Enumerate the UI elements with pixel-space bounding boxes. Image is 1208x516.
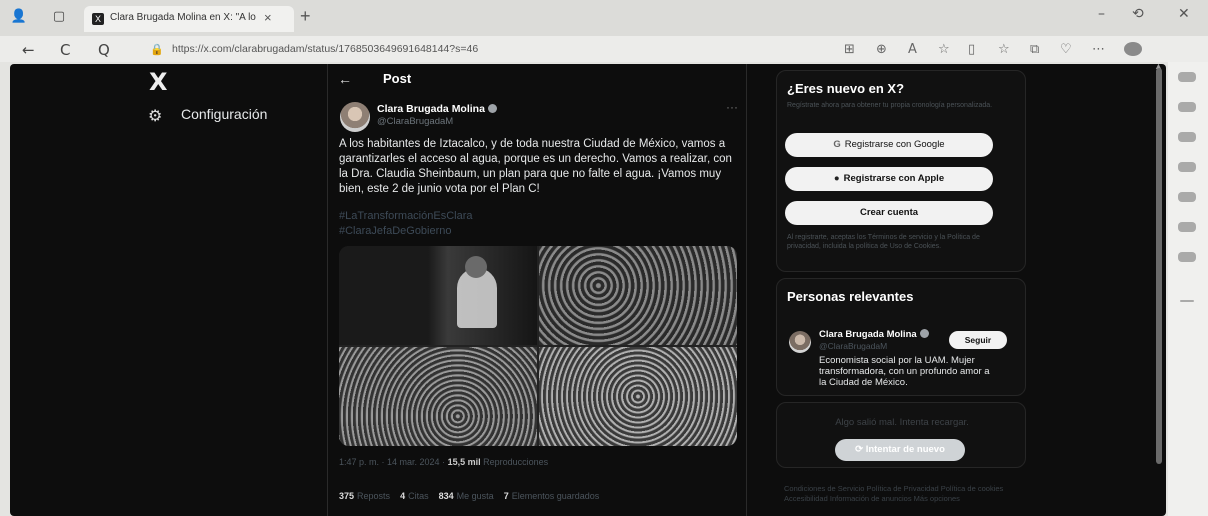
settings-link[interactable]: Configuración [181, 106, 267, 122]
photo-crowd-3[interactable] [539, 347, 737, 446]
games-icon[interactable] [1178, 162, 1196, 172]
back-button[interactable]: ← [22, 41, 35, 59]
signup-legal: Al registrarte, aceptas los Términos de … [787, 234, 980, 250]
settings-gear-icon[interactable]: ⚙ [148, 106, 162, 125]
timestamp-text[interactable]: 1:47 p. m. · 14 mar. 2024 · [339, 457, 448, 467]
reposts-stat[interactable]: 375 Reposts [339, 491, 390, 501]
signup-card: ¿Eres nuevo en X? Regístrate ahora para … [776, 70, 1026, 272]
shopping-icon[interactable] [1178, 102, 1196, 112]
search-icon[interactable]: Q [98, 41, 110, 59]
relevant-bio: Economista social por la UAM. Mujer tran… [819, 355, 990, 388]
microsoft-365-icon[interactable] [1178, 192, 1196, 202]
drop-icon[interactable] [1178, 252, 1196, 262]
follow-button[interactable]: Seguir [949, 331, 1007, 349]
google-signup-label: Registrarse con Google [844, 139, 945, 150]
post-stats: 375 Reposts 4 Citas 834 Me gusta 7 Elementos… [339, 491, 599, 501]
copilot-icon[interactable] [1124, 42, 1142, 56]
relevant-title: Personas relevantes [787, 289, 914, 304]
retry-label: Intentar de nuevo [865, 444, 945, 455]
split-screen-icon[interactable]: ▯ [968, 42, 975, 57]
lock-icon[interactable]: 🔒 [150, 43, 164, 56]
apple-icon: ● [833, 173, 840, 184]
x-favicon-icon: X [92, 13, 104, 25]
likes-stat[interactable]: 834 Me gusta [439, 491, 494, 501]
tab-actions-icon[interactable]: ▢ [50, 9, 68, 24]
browser-window: 👤 ▢ X Clara Brugada Molina en X: "A lo ×… [0, 0, 1208, 516]
restore-button[interactable]: ⟲ [1132, 6, 1144, 22]
tools-icon[interactable] [1178, 132, 1196, 142]
profile-icon[interactable]: 👤 [10, 9, 28, 24]
post-column: ← Post Clara Brugada Molina @ClaraBrugad… [327, 64, 747, 516]
photo-crowd-2[interactable] [339, 347, 537, 446]
signup-title: ¿Eres nuevo en X? [787, 81, 905, 96]
x-logo[interactable]: X [149, 68, 168, 96]
back-arrow-icon[interactable]: ← [338, 71, 352, 87]
retry-button[interactable]: ⟳ Intentar de nuevo [835, 439, 965, 461]
x-page: X ⚙ Configuración ← Post Clara Brugada M… [10, 64, 1166, 516]
relevant-name[interactable]: Clara Brugada Molina [819, 329, 929, 340]
speaker-head [465, 256, 487, 278]
trends-error-card: Algo salió mal. Intenta recargar. ⟳ Inte… [776, 402, 1026, 468]
new-tab-button[interactable]: + [300, 6, 311, 27]
refresh-icon: ⟳ [855, 444, 866, 455]
search-sidebar-icon[interactable] [1178, 72, 1196, 82]
post-media-grid[interactable] [339, 246, 737, 446]
google-signup-button[interactable]: G Registrarse con Google [785, 133, 993, 157]
tab-bar: 👤 ▢ X Clara Brugada Molina en X: "A lo ×… [0, 0, 1208, 36]
author-handle[interactable]: @ClaraBrugadaM [377, 116, 453, 127]
verified-badge-icon [919, 329, 929, 338]
extensions-icon[interactable]: ♡ [1060, 42, 1072, 57]
relevant-people-card: Personas relevantes Clara Brugada Molina… [776, 278, 1026, 396]
read-aloud-icon[interactable]: A [908, 42, 917, 57]
more-menu-icon[interactable]: ⋯ [1092, 42, 1105, 57]
apps-icon[interactable]: ⊞ [844, 42, 855, 57]
views-count: 15,5 mil [447, 457, 481, 467]
url-field[interactable]: https://x.com/clarabrugadam/status/17685… [172, 43, 478, 55]
author-name-text[interactable]: Clara Brugada Molina [377, 103, 485, 115]
author-name[interactable]: Clara Brugada Molina [377, 103, 497, 115]
quotes-stat[interactable]: 4 Citas [400, 491, 429, 501]
minimize-button[interactable]: – [1098, 6, 1105, 22]
create-account-button[interactable]: Crear cuenta [785, 201, 993, 225]
bookmarks-stat[interactable]: 7 Elementos guardados [504, 491, 600, 501]
close-tab-icon[interactable]: × [264, 10, 272, 25]
apple-signup-label: Registrarse con Apple [843, 173, 945, 184]
zoom-icon[interactable]: ⊕ [876, 42, 887, 57]
relevant-avatar[interactable] [789, 331, 811, 353]
post-text: A los habitantes de Iztacalco, y de toda… [339, 138, 732, 195]
add-sidebar-icon[interactable] [1180, 300, 1194, 302]
post-timestamp[interactable]: 1:47 p. m. · 14 mar. 2024 · 15,5 mil Rep… [339, 457, 548, 467]
favorite-star-icon[interactable]: ☆ [938, 42, 950, 57]
author-avatar[interactable] [340, 102, 370, 132]
footer-links[interactable]: Condiciones de Servicio Política de Priv… [784, 484, 1024, 504]
outlook-icon[interactable] [1178, 222, 1196, 232]
relevant-handle[interactable]: @ClaraBrugadaM [819, 341, 887, 351]
reload-button[interactable]: C [60, 41, 70, 59]
post-header: Post [383, 71, 412, 86]
error-message: Algo salió mal. Intenta recargar. [835, 417, 969, 428]
relevant-name-text[interactable]: Clara Brugada Molina [819, 329, 917, 340]
browser-tab[interactable]: X Clara Brugada Molina en X: "A lo × [84, 6, 294, 32]
address-bar: ← C Q 🔒 https://x.com/clarabrugadam/stat… [0, 36, 1208, 62]
verified-badge-icon [487, 104, 497, 113]
tab-title: Clara Brugada Molina en X: "A lo [110, 12, 256, 23]
google-icon: G [833, 139, 841, 150]
more-options-icon[interactable]: ··· [726, 100, 738, 114]
collections-icon[interactable]: ⧉ [1030, 42, 1039, 57]
page-scrollbar[interactable] [1156, 68, 1162, 464]
photo-speaker[interactable] [339, 246, 537, 345]
signup-subtitle: Regístrate ahora para obtener tu propia … [787, 102, 993, 109]
edge-sidebar [1168, 62, 1208, 516]
hashtag-link[interactable]: #LaTransformaciónEsClara [339, 210, 472, 222]
apple-signup-button[interactable]: ● Registrarse con Apple [785, 167, 993, 191]
favorites-icon[interactable]: ☆ [998, 42, 1010, 57]
photo-crowd-1[interactable] [539, 246, 737, 345]
hashtag-link[interactable]: #ClaraJefaDeGobierno [339, 225, 452, 237]
views-label: Reproducciones [480, 457, 549, 467]
close-window-button[interactable]: ✕ [1178, 6, 1190, 22]
